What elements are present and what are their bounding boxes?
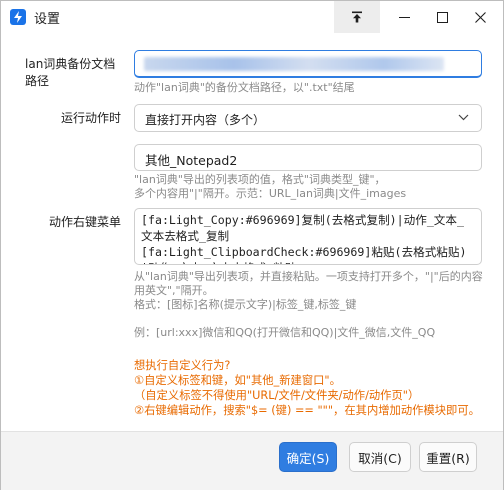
custom-note-line1: 想执行自定义行为? (134, 359, 231, 372)
pin-to-top-button[interactable] (334, 1, 380, 33)
bolt-app-icon (10, 9, 26, 25)
custom-note-line3: （自定义标签不得使用"URL/文件/文件夹/动作/动作页"） (134, 389, 420, 402)
cancel-button[interactable]: 取消(C) (349, 442, 411, 472)
ok-button[interactable]: 确定(S) (279, 442, 337, 472)
window-title: 设置 (34, 12, 61, 27)
custom-note-line2: ①自定义标签和键，如"其他_新建窗口"。 (134, 374, 341, 387)
context-menu-text: [fa:Light_Copy:#696969]复制(去格式复制)|动作_文本_文… (141, 213, 467, 264)
context-menu-textarea[interactable]: [fa:Light_Copy:#696969]复制(去格式复制)|动作_文本_文… (134, 208, 482, 265)
other-hint-line2: 多个内容用"|"隔开。示范：URL_lan词典|文件_images (134, 187, 407, 200)
backup-path-label-line1: lan词典备份文档 (25, 57, 116, 71)
settings-window: 设置 lan词典备份文档 路径 动作"lan词典"的备份文档路径，以".txt"… (0, 0, 504, 490)
context-menu-hint-line2: 用英文","隔开。 (134, 284, 214, 297)
minimize-icon (398, 16, 410, 18)
context-menu-label: 动作右键菜单 (48, 215, 121, 229)
other-input[interactable]: 其他_Notepad2 (134, 144, 482, 171)
context-menu-hint-line4: 例：[url:xxx]微信和QQ(打开微信和QQ)|文件_微信,文件_QQ (134, 326, 436, 339)
close-icon (474, 11, 486, 23)
backup-path-input[interactable] (134, 50, 482, 78)
custom-note-line4: ②右键编辑动作，搜索"$= (键) == """，在其内增加动作模块即可。 (134, 404, 480, 417)
close-button[interactable] (457, 1, 503, 33)
backup-path-label: lan词典备份文档 路径 (25, 56, 125, 90)
chevron-down-icon (458, 114, 469, 121)
run-action-selected: 直接打开内容（多个） (145, 113, 266, 127)
other-input-value: 其他_Notepad2 (145, 153, 238, 168)
run-action-label: 运行动作时 (60, 111, 121, 125)
backup-path-label-line2: 路径 (25, 74, 50, 88)
redacted-path-value (144, 57, 444, 71)
run-action-select[interactable]: 直接打开内容（多个） (134, 104, 482, 132)
title-bar: 设置 (1, 1, 503, 33)
reset-button[interactable]: 重置(R) (419, 442, 477, 472)
context-menu-hint-line1: 从"lan词典"导出列表项，并直接粘贴。一项支持打开多个，"|"后的内容 (134, 270, 483, 283)
backup-path-hint: 动作"lan词典"的备份文档路径，以".txt"结尾 (134, 81, 355, 94)
context-menu-hint-line3: 格式：[图标]名称(提示文字)|标签_键,标签_键 (134, 298, 357, 311)
pin-to-top-icon (352, 11, 362, 23)
maximize-icon (436, 11, 448, 23)
other-hint-line1: "lan词典"导出的列表项的值，格式"词典类型_键"， (134, 173, 386, 186)
